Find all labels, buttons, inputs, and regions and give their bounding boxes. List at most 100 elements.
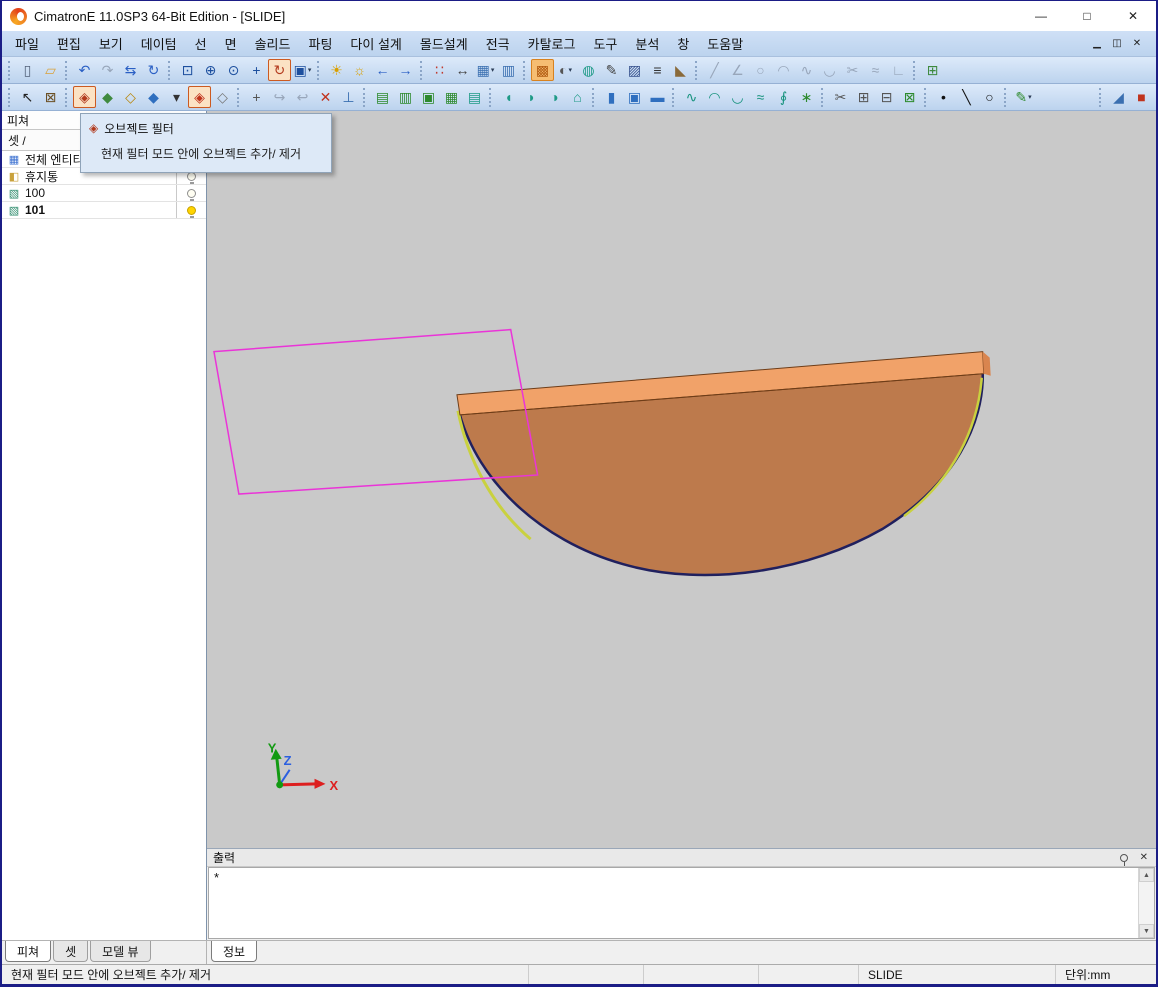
- visibility-toggle[interactable]: [176, 202, 206, 218]
- circle-tool-icon[interactable]: ○: [978, 86, 1001, 108]
- point-tool-icon[interactable]: •: [932, 86, 955, 108]
- erase-blank-icon[interactable]: ◣: [669, 59, 692, 81]
- tab-model-view[interactable]: 모델 뷰: [90, 941, 151, 962]
- offset-curve-icon[interactable]: ◡: [726, 86, 749, 108]
- analysis-icon[interactable]: ▦ ▾: [474, 59, 497, 81]
- arc-curve-icon[interactable]: ◠: [703, 86, 726, 108]
- filter-clear-icon[interactable]: ◈: [188, 86, 211, 108]
- revolve-solid-icon[interactable]: ▣: [623, 86, 646, 108]
- drag-icon[interactable]: ↩: [291, 86, 314, 108]
- arc-draft-icon[interactable]: ◠: [772, 59, 795, 81]
- tab-features[interactable]: 피쳐: [5, 941, 52, 962]
- menu-window[interactable]: 창: [668, 30, 698, 57]
- menu-curve[interactable]: 선: [186, 30, 216, 57]
- menu-datum[interactable]: 데이텀: [132, 30, 186, 57]
- new-document-icon[interactable]: ▯: [16, 59, 39, 81]
- menu-solid[interactable]: 솔리드: [246, 30, 300, 57]
- mdi-close-button[interactable]: ✕: [1128, 35, 1146, 53]
- trim-draft-icon[interactable]: ✂: [841, 59, 864, 81]
- menu-catalog[interactable]: 카탈로그: [519, 30, 585, 57]
- filter-options-caret[interactable]: ▾: [165, 86, 188, 108]
- pan-icon[interactable]: +: [245, 59, 268, 81]
- open-file-icon[interactable]: ▱: [39, 59, 62, 81]
- maximize-button[interactable]: □: [1064, 1, 1110, 31]
- patch-surface-icon[interactable]: ⌂: [566, 86, 589, 108]
- viewport[interactable]: Y Z X: [207, 111, 1156, 848]
- spline-draft-icon[interactable]: ∿: [795, 59, 818, 81]
- report-icon[interactable]: ▤: [463, 86, 486, 108]
- extend-surface-icon[interactable]: ◑: [543, 86, 566, 108]
- corner-draft-icon[interactable]: ∟: [887, 59, 910, 81]
- shaded-display-icon[interactable]: ▩: [531, 59, 554, 81]
- rotate-view-icon[interactable]: ↻: [268, 59, 291, 81]
- relimit-icon[interactable]: ↪: [268, 86, 291, 108]
- pick-arrow-icon[interactable]: ↖: [16, 86, 39, 108]
- line-tool-icon[interactable]: ╲: [955, 86, 978, 108]
- filter-solids-icon[interactable]: ◆: [142, 86, 165, 108]
- object-filter-icon[interactable]: ◈: [73, 86, 96, 108]
- sketcher-icon[interactable]: ✎ ▾: [1012, 86, 1035, 108]
- split-icon[interactable]: ✂: [829, 86, 852, 108]
- filter-mode-icon[interactable]: ◇: [211, 86, 234, 108]
- snap-points-icon[interactable]: ∷: [428, 59, 451, 81]
- undo-icon[interactable]: ↶: [73, 59, 96, 81]
- extrude-solid-icon[interactable]: ▮: [600, 86, 623, 108]
- quick-select-icon[interactable]: ⊠: [39, 86, 62, 108]
- line-draft-icon[interactable]: ╱: [703, 59, 726, 81]
- minimize-button[interactable]: —: [1018, 1, 1064, 31]
- scroll-up-button[interactable]: ▲: [1139, 868, 1154, 882]
- entity-info-icon[interactable]: ▥: [497, 59, 520, 81]
- link-icon[interactable]: ⇆: [119, 59, 142, 81]
- tab-info[interactable]: 정보: [211, 941, 258, 962]
- mesh-icon[interactable]: ⊞: [852, 86, 875, 108]
- stitch-icon[interactable]: ⊠: [898, 86, 921, 108]
- mdi-restore-button[interactable]: ◫: [1108, 35, 1126, 53]
- hatch-icon[interactable]: ▨: [623, 59, 646, 81]
- scroll-down-button[interactable]: ▼: [1139, 924, 1154, 938]
- view-orientation-icon[interactable]: ▣ ▾: [291, 59, 314, 81]
- redo-icon[interactable]: ↷: [96, 59, 119, 81]
- menu-mold-design[interactable]: 몰드설계: [411, 30, 477, 57]
- drive-surface-icon[interactable]: ◖: [497, 86, 520, 108]
- menu-parting[interactable]: 파팅: [299, 30, 341, 57]
- menu-help[interactable]: 도움말: [698, 30, 752, 57]
- color-fill-icon[interactable]: ◍: [577, 59, 600, 81]
- wcs-triad-icon[interactable]: ◢: [1107, 86, 1130, 108]
- circle-draft-icon[interactable]: ○: [749, 59, 772, 81]
- pin-icon[interactable]: [1119, 853, 1128, 866]
- close-button[interactable]: ✕: [1110, 1, 1156, 31]
- show-all-icon[interactable]: ☼: [348, 59, 371, 81]
- measure-icon[interactable]: ↔: [451, 59, 474, 81]
- catalog-doc-icon[interactable]: ▣: [417, 86, 440, 108]
- tree-item-set-100[interactable]: ▧ 100: [2, 185, 206, 202]
- sheet-icon[interactable]: ▦: [440, 86, 463, 108]
- menu-view[interactable]: 보기: [90, 30, 132, 57]
- blend-surface-icon[interactable]: ◗: [520, 86, 543, 108]
- composite-curve-icon[interactable]: ∮: [772, 86, 795, 108]
- render-mode-icon[interactable]: ◐ ▾: [554, 59, 577, 81]
- spline-curve-icon[interactable]: ∿: [680, 86, 703, 108]
- delete-icon[interactable]: ✕: [314, 86, 337, 108]
- filter-faces-icon[interactable]: ◆: [96, 86, 119, 108]
- menu-electrode[interactable]: 전극: [477, 30, 519, 57]
- mdi-minimize-button[interactable]: ▁: [1088, 35, 1106, 53]
- output-close-icon[interactable]: ✕: [1138, 852, 1150, 863]
- exit-app-icon[interactable]: ■: [1130, 86, 1153, 108]
- fillet-draft-icon[interactable]: ◡: [818, 59, 841, 81]
- menu-analysis[interactable]: 분석: [626, 30, 668, 57]
- copy-drawing-icon[interactable]: ▥: [394, 86, 417, 108]
- show-hide-icon[interactable]: ☀: [325, 59, 348, 81]
- menu-die-design[interactable]: 다이 설계: [341, 30, 410, 57]
- pattern-icon[interactable]: ∗: [795, 86, 818, 108]
- zoom-all-icon[interactable]: ⊙: [222, 59, 245, 81]
- output-scrollbar[interactable]: ▲ ▼: [1138, 868, 1154, 938]
- 3d-viewport-canvas[interactable]: Y Z X: [207, 111, 1156, 848]
- round-solid-icon[interactable]: ▬: [646, 86, 669, 108]
- axes-icon[interactable]: ⊥: [337, 86, 360, 108]
- refresh-icon[interactable]: ↻: [142, 59, 165, 81]
- menu-tools[interactable]: 도구: [584, 30, 626, 57]
- menu-face[interactable]: 면: [216, 30, 246, 57]
- ucs-icon[interactable]: +: [245, 86, 268, 108]
- menu-file[interactable]: 파일: [6, 30, 48, 57]
- filter-curves-icon[interactable]: ◇: [119, 86, 142, 108]
